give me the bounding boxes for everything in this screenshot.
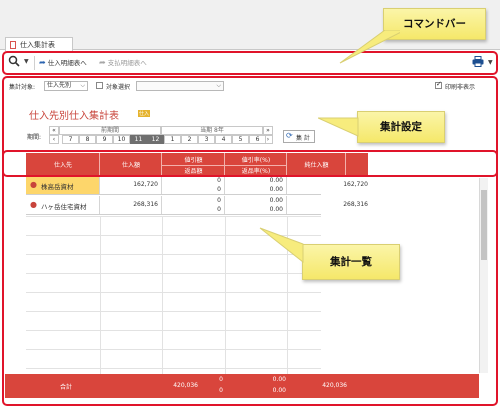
command-bar-frame bbox=[2, 51, 498, 75]
list-frame bbox=[2, 150, 498, 406]
callout-pointer bbox=[339, 30, 400, 64]
document-icon bbox=[10, 41, 16, 49]
callout-pointer bbox=[259, 227, 304, 264]
tab-purchase-summary[interactable]: 仕入集計表 bbox=[5, 37, 73, 51]
tab-label: 仕入集計表 bbox=[20, 41, 55, 49]
callout-list: 集計一覧 bbox=[302, 244, 400, 280]
callout-pointer bbox=[318, 117, 359, 137]
callout-settings: 集計設定 bbox=[357, 111, 445, 143]
